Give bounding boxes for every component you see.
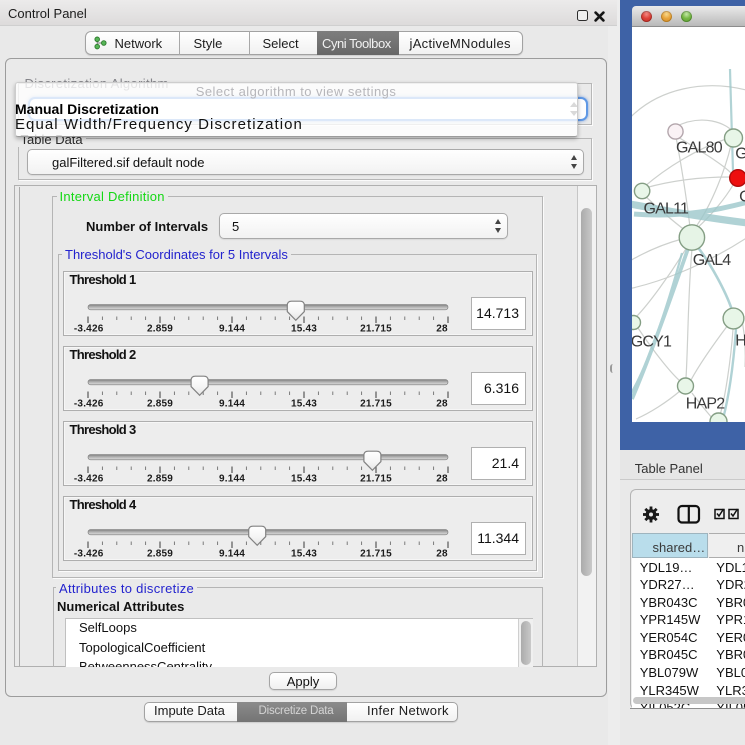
svg-text:9.144: 9.144 — [219, 323, 245, 334]
svg-text:GA: GA — [735, 145, 745, 162]
svg-text:2.859: 2.859 — [147, 323, 173, 334]
svg-text:15.43: 15.43 — [291, 398, 317, 409]
svg-text:-3.426: -3.426 — [74, 398, 104, 409]
svg-text:21.715: 21.715 — [360, 398, 392, 409]
svg-text:GAL11: GAL11 — [643, 200, 689, 217]
svg-text:9.144: 9.144 — [219, 548, 245, 559]
svg-text:15.43: 15.43 — [291, 473, 317, 484]
svg-text:CY: CY — [739, 188, 745, 205]
svg-text:2.859: 2.859 — [147, 398, 173, 409]
svg-text:28: 28 — [436, 473, 448, 484]
svg-text:15.43: 15.43 — [291, 323, 317, 334]
svg-text:HA: HA — [735, 332, 745, 349]
svg-text:-3.426: -3.426 — [74, 323, 104, 334]
svg-text:9.144: 9.144 — [219, 398, 245, 409]
svg-text:GAL4: GAL4 — [692, 251, 731, 268]
svg-text:2.859: 2.859 — [147, 473, 173, 484]
svg-text:GAL80: GAL80 — [676, 139, 723, 156]
svg-text:15.43: 15.43 — [291, 548, 317, 559]
svg-text:HAP2: HAP2 — [685, 395, 724, 412]
svg-text:28: 28 — [436, 398, 448, 409]
svg-text:21.715: 21.715 — [360, 473, 392, 484]
svg-text:-3.426: -3.426 — [74, 473, 104, 484]
svg-text:GCY1: GCY1 — [632, 333, 672, 350]
svg-text:-3.426: -3.426 — [74, 548, 104, 559]
svg-text:21.715: 21.715 — [360, 323, 392, 334]
svg-text:21.715: 21.715 — [360, 548, 392, 559]
svg-text:28: 28 — [436, 548, 448, 559]
svg-text:9.144: 9.144 — [219, 473, 245, 484]
svg-text:2.859: 2.859 — [147, 548, 173, 559]
svg-text:28: 28 — [436, 323, 448, 334]
